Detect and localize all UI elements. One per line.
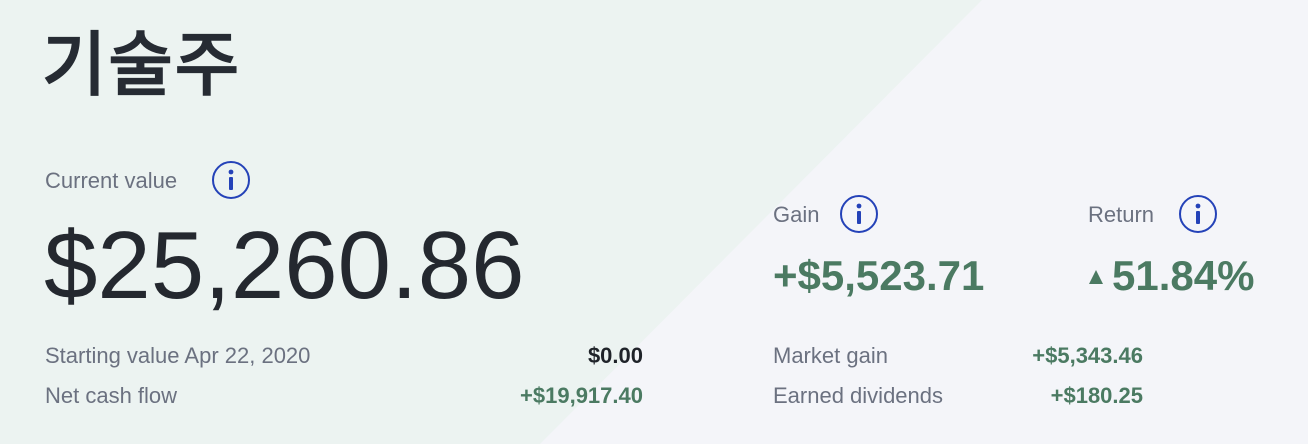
return-percent: 51.84%: [1112, 252, 1255, 299]
return-info-button[interactable]: [1179, 195, 1217, 233]
net-cash-flow-label: Net cash flow: [45, 383, 178, 408]
return-label: Return: [1088, 202, 1155, 227]
gain-amount: +$5,523.71: [773, 252, 985, 299]
current-value-info-button[interactable]: [212, 161, 250, 199]
info-icon: [228, 169, 234, 190]
market-gain-label: Market gain: [773, 343, 888, 368]
info-icon: [1195, 203, 1201, 224]
starting-value-amount: $0.00: [587, 343, 643, 368]
info-icon: [856, 203, 862, 224]
current-value-amount: $25,260.86: [44, 212, 525, 319]
page-title: 기술주: [42, 26, 242, 104]
current-value-label: Current value: [45, 168, 178, 193]
starting-value-label: Starting value Apr 22, 2020: [45, 343, 311, 368]
gain-label: Gain: [773, 202, 820, 227]
earned-dividends-amount: +$180.25: [1050, 383, 1143, 408]
earned-dividends-label: Earned dividends: [773, 383, 944, 408]
net-cash-flow-amount: +$19,917.40: [520, 383, 643, 408]
triangle-up-icon: [1089, 270, 1103, 289]
gain-info-button[interactable]: [840, 195, 878, 233]
market-gain-amount: +$5,343.46: [1032, 343, 1143, 368]
